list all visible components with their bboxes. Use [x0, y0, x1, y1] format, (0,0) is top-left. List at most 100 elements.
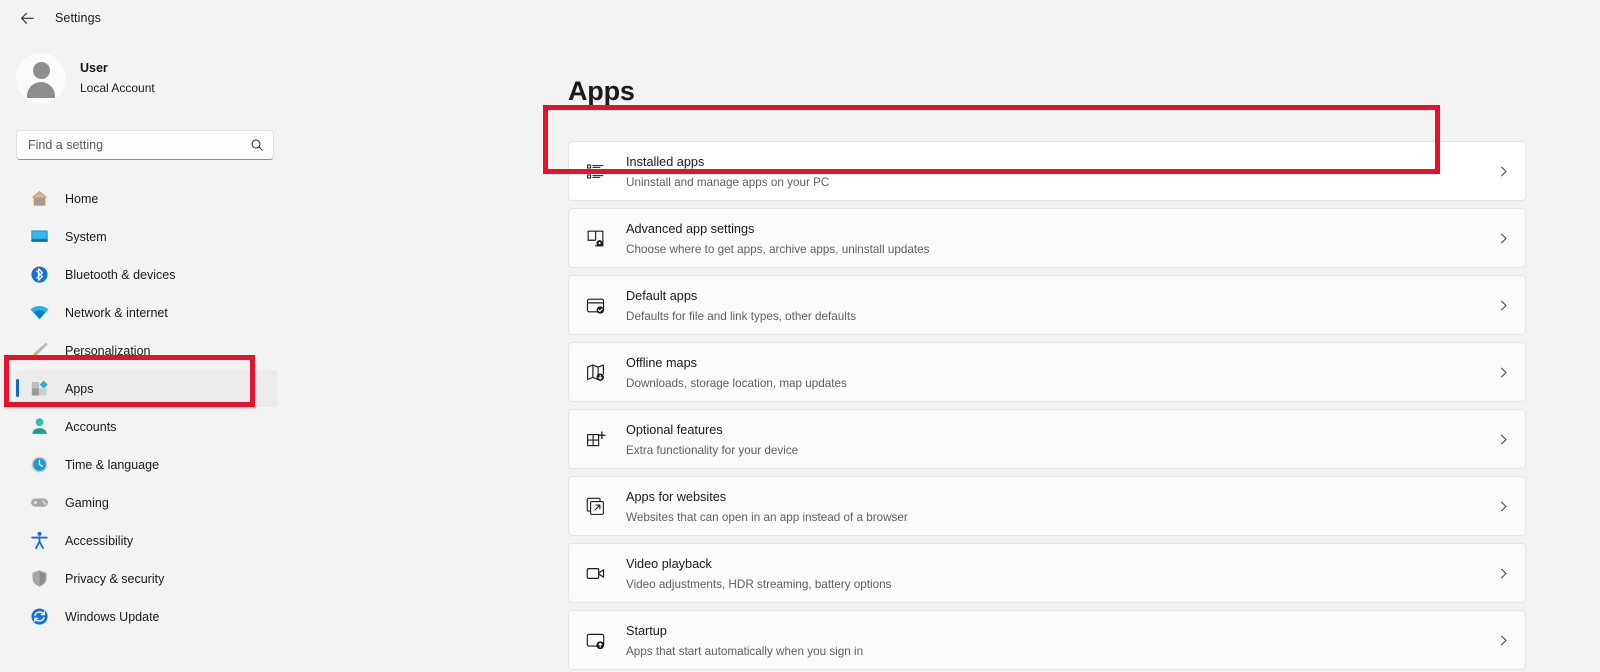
chevron-right-icon	[1481, 634, 1525, 647]
sidebar-item-label: Accounts	[65, 419, 117, 434]
sidebar-item-windows-update[interactable]: Windows Update	[16, 598, 278, 635]
card-text: Startup Apps that start automatically wh…	[626, 621, 1481, 660]
system-icon	[28, 226, 50, 248]
apps-for-websites-icon	[583, 494, 607, 518]
bluetooth-icon	[28, 264, 50, 286]
sidebar-item-accounts[interactable]: Accounts	[16, 408, 278, 445]
default-apps-icon	[583, 293, 607, 317]
card-subtitle: Video adjustments, HDR streaming, batter…	[626, 578, 892, 592]
sidebar-item-apps[interactable]: Apps	[16, 370, 278, 407]
card-subtitle: Websites that can open in an app instead…	[626, 511, 908, 525]
card-title: Startup	[626, 623, 667, 638]
sidebar-item-label: Bluetooth & devices	[65, 267, 176, 282]
chevron-right-icon	[1481, 165, 1525, 178]
account-text: User Local Account	[80, 60, 155, 96]
chevron-right-icon	[1481, 366, 1525, 379]
sidebar: User Local Account Find a setting Home S…	[0, 36, 300, 672]
window-body: User Local Account Find a setting Home S…	[0, 36, 1600, 672]
personalization-icon	[28, 340, 50, 362]
sidebar-item-label: Apps	[65, 381, 94, 396]
sidebar-item-system[interactable]: System	[16, 218, 278, 255]
privacy-security-icon	[28, 568, 50, 590]
search-box[interactable]	[16, 130, 274, 160]
settings-card-startup[interactable]: Startup Apps that start automatically wh…	[568, 610, 1526, 670]
settings-card-installed-apps[interactable]: Installed apps Uninstall and manage apps…	[568, 141, 1526, 201]
apps-icon	[28, 378, 50, 400]
sidebar-item-label: Gaming	[65, 495, 109, 510]
card-subtitle: Defaults for file and link types, other …	[626, 310, 856, 324]
sidebar-item-network-internet[interactable]: Network & internet	[16, 294, 278, 331]
installed-apps-icon	[583, 159, 607, 183]
settings-card-offline-maps[interactable]: Offline maps Downloads, storage location…	[568, 342, 1526, 402]
card-text: Optional features Extra functionality fo…	[626, 420, 1481, 459]
search-input[interactable]	[28, 138, 250, 152]
settings-window: Settings User Local Account Find a setti…	[0, 0, 1600, 672]
offline-maps-icon	[583, 360, 607, 384]
advanced-app-settings-icon	[583, 226, 607, 250]
card-title: Installed apps	[626, 154, 705, 169]
account-name: User	[80, 60, 108, 75]
chevron-right-icon	[1481, 433, 1525, 446]
card-title: Advanced app settings	[626, 221, 755, 236]
card-title: Offline maps	[626, 355, 697, 370]
sidebar-item-bluetooth-devices[interactable]: Bluetooth & devices	[16, 256, 278, 293]
chevron-right-icon	[1481, 500, 1525, 513]
sidebar-item-accessibility[interactable]: Accessibility	[16, 522, 278, 559]
account-section[interactable]: User Local Account	[16, 50, 300, 106]
sidebar-item-privacy-security[interactable]: Privacy & security	[16, 560, 278, 597]
optional-features-icon	[583, 427, 607, 451]
settings-card-optional-features[interactable]: Optional features Extra functionality fo…	[568, 409, 1526, 469]
accessibility-icon	[28, 530, 50, 552]
page-title: Apps	[568, 76, 635, 106]
sidebar-item-label: Time & language	[65, 457, 160, 472]
startup-icon	[583, 628, 607, 652]
card-text: Apps for websites Websites that can open…	[626, 487, 1481, 526]
title-bar: Settings	[0, 0, 1600, 36]
back-button[interactable]	[12, 4, 42, 32]
card-subtitle: Extra functionality for your device	[626, 444, 799, 458]
sidebar-nav: Home System Bluetooth & devices Network …	[16, 180, 300, 635]
network-icon	[28, 302, 50, 324]
home-icon	[28, 188, 50, 210]
card-text: Offline maps Downloads, storage location…	[626, 353, 1481, 392]
settings-card-apps-for-websites[interactable]: Apps for websites Websites that can open…	[568, 476, 1526, 536]
chevron-right-icon	[1481, 232, 1525, 245]
video-playback-icon	[583, 561, 607, 585]
chevron-right-icon	[1481, 299, 1525, 312]
sidebar-item-label: System	[65, 229, 107, 244]
sidebar-item-label: Privacy & security	[65, 571, 165, 586]
windows-update-icon	[28, 606, 50, 628]
card-subtitle: Downloads, storage location, map updates	[626, 377, 847, 391]
search-icon	[250, 138, 264, 152]
sidebar-item-label: Personalization	[65, 343, 151, 358]
account-subtitle: Local Account	[80, 80, 155, 95]
card-text: Default apps Defaults for file and link …	[626, 286, 1481, 325]
sidebar-item-label: Windows Update	[65, 609, 160, 624]
settings-card-default-apps[interactable]: Default apps Defaults for file and link …	[568, 275, 1526, 335]
back-arrow-icon	[20, 12, 34, 24]
sidebar-item-home[interactable]: Home	[16, 180, 278, 217]
card-text: Installed apps Uninstall and manage apps…	[626, 152, 1481, 191]
card-title: Default apps	[626, 288, 698, 303]
user-avatar-icon	[16, 53, 66, 103]
card-text: Advanced app settings Choose where to ge…	[626, 219, 1481, 258]
card-subtitle: Choose where to get apps, archive apps, …	[626, 243, 930, 257]
sidebar-item-label: Network & internet	[65, 305, 168, 320]
card-title: Apps for websites	[626, 489, 727, 504]
sidebar-item-time-language[interactable]: Time & language	[16, 446, 278, 483]
sidebar-item-personalization[interactable]: Personalization	[16, 332, 278, 369]
settings-card-video-playback[interactable]: Video playback Video adjustments, HDR st…	[568, 543, 1526, 603]
settings-card-list: Installed apps Uninstall and manage apps…	[568, 141, 1600, 670]
sidebar-item-label: Home	[65, 191, 99, 206]
main-content: Apps Installed apps Uninstall and manage…	[300, 36, 1600, 672]
sidebar-item-gaming[interactable]: Gaming	[16, 484, 278, 521]
gaming-icon	[28, 492, 50, 514]
settings-card-advanced-app-settings[interactable]: Advanced app settings Choose where to ge…	[568, 208, 1526, 268]
card-subtitle: Apps that start automatically when you s…	[626, 645, 864, 659]
window-title: Settings	[55, 11, 101, 25]
sidebar-item-label: Accessibility	[65, 533, 134, 548]
card-text: Video playback Video adjustments, HDR st…	[626, 554, 1481, 593]
card-subtitle: Uninstall and manage apps on your PC	[626, 176, 830, 190]
chevron-right-icon	[1481, 567, 1525, 580]
time-language-icon	[28, 454, 50, 476]
